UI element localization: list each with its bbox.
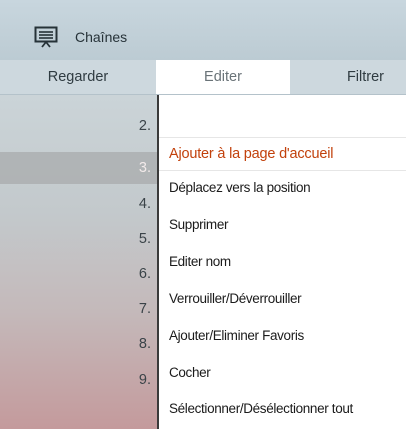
header-bar: Chaînes <box>0 0 406 60</box>
channel-number[interactable]: 2. <box>139 118 151 134</box>
page-title: Chaînes <box>75 29 128 45</box>
channel-number[interactable]: 5. <box>139 231 151 247</box>
channel-number[interactable]: 6. <box>139 266 151 282</box>
channel-list: 2. 3. 4. 5. 6. 7. 8. 9. <box>0 95 157 429</box>
menu-item-check[interactable]: Cocher <box>159 356 406 390</box>
menu-item-select-deselect-all[interactable]: Sélectionner/Désélectionner tout <box>159 392 406 426</box>
channel-number[interactable]: 8. <box>139 336 151 352</box>
menu-item-delete[interactable]: Supprimer <box>159 208 406 242</box>
menu-item-add-remove-favorites[interactable]: Ajouter/Eliminer Favoris <box>159 319 406 353</box>
tab-filtrer[interactable]: Filtrer <box>290 60 406 94</box>
channel-number-selected[interactable]: 3. <box>139 160 151 176</box>
tab-regarder[interactable]: Regarder <box>0 60 156 94</box>
menu-item-add-to-home[interactable]: Ajouter à la page d'accueil <box>159 137 406 171</box>
channel-number[interactable]: 4. <box>139 196 151 212</box>
tab-editer[interactable]: Editer <box>156 60 290 94</box>
tv-channels-icon <box>34 26 58 48</box>
channel-number[interactable]: 9. <box>139 372 151 388</box>
tab-bar: Regarder Editer Filtrer <box>0 60 406 95</box>
menu-item-move-to-position[interactable]: Déplacez vers la position <box>159 171 406 205</box>
selected-channel-highlight <box>0 152 157 184</box>
menu-item-edit-name[interactable]: Editer nom <box>159 245 406 279</box>
edit-menu: Ajouter à la page d'accueil Déplacez ver… <box>159 95 406 429</box>
menu-item-lock-unlock[interactable]: Verrouiller/Déverrouiller <box>159 282 406 316</box>
channel-number[interactable]: 7. <box>139 301 151 317</box>
